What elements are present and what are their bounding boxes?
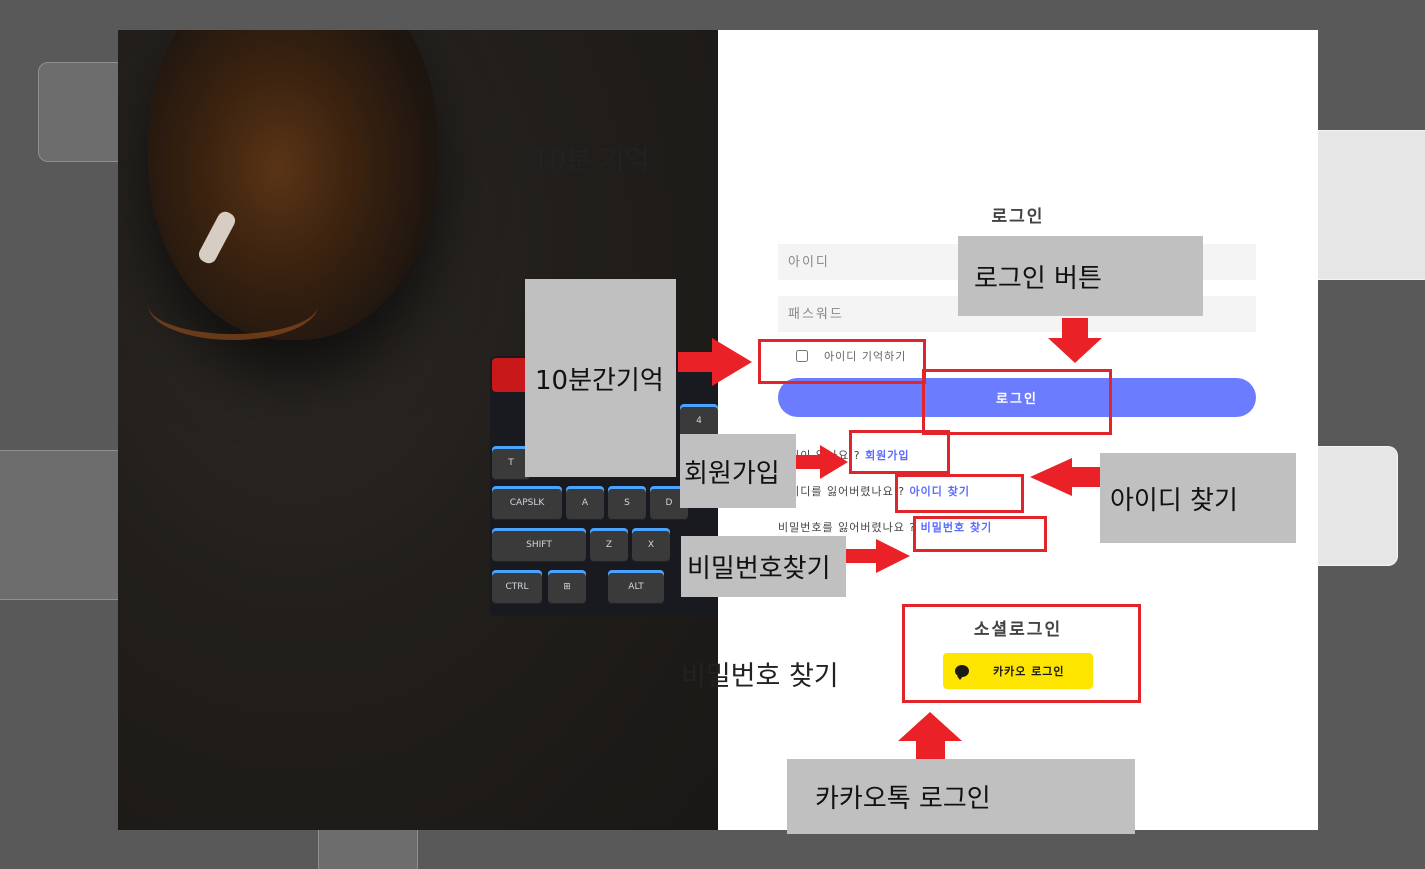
arrow-right-icon xyxy=(678,338,752,386)
arrow-left-icon xyxy=(1030,458,1100,496)
arrow-up-icon xyxy=(898,712,962,759)
arrow-right-icon xyxy=(846,539,910,573)
arrow-down-icon xyxy=(1048,318,1102,363)
annotation-arrows xyxy=(678,318,1102,759)
arrow-right-icon xyxy=(796,445,848,479)
